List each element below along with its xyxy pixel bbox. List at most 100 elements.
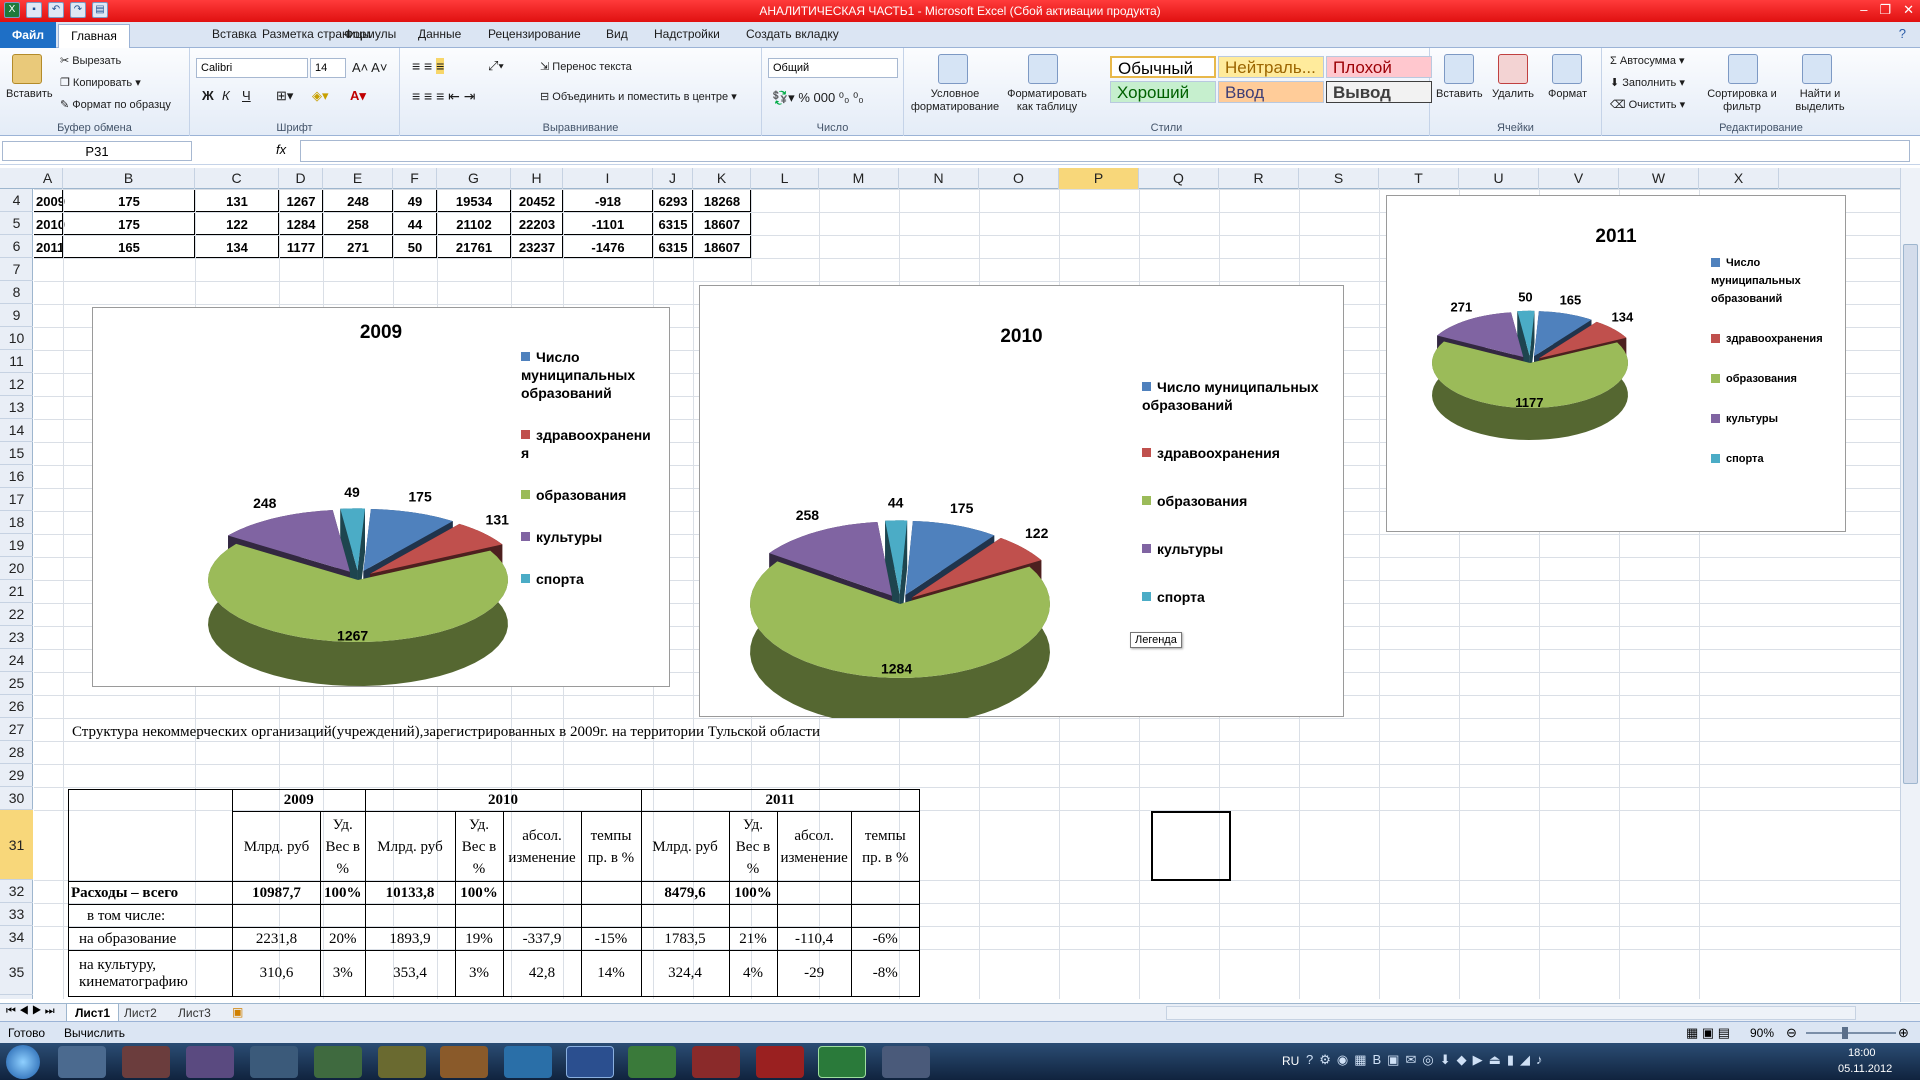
column-header-n[interactable]: N bbox=[899, 168, 979, 189]
row-header-17[interactable]: 17 bbox=[0, 488, 33, 511]
table2-cell[interactable]: -15% bbox=[580, 927, 642, 951]
row-header-10[interactable]: 10 bbox=[0, 327, 33, 350]
zoom-in-icon[interactable]: ⊕ bbox=[1898, 1025, 1909, 1041]
sheet-tab-3[interactable]: Лист3 bbox=[178, 1006, 211, 1020]
table-cell[interactable]: 44 bbox=[393, 212, 437, 235]
table-cell[interactable]: 6293 bbox=[653, 189, 693, 212]
row-header-35[interactable]: 35 bbox=[0, 949, 33, 995]
calculator-taskbar-icon[interactable] bbox=[882, 1046, 930, 1078]
row-header-16[interactable]: 16 bbox=[0, 465, 33, 488]
column-header-g[interactable]: G bbox=[437, 168, 511, 189]
row-header-6[interactable]: 6 bbox=[0, 235, 33, 258]
legend-item[interactable]: образования bbox=[521, 486, 661, 504]
table2-cell[interactable]: 1783,5 bbox=[640, 927, 730, 951]
legend-item[interactable]: образования bbox=[1142, 492, 1342, 510]
column-header-i[interactable]: I bbox=[563, 168, 653, 189]
tab-insert[interactable]: Вставка bbox=[212, 27, 257, 41]
orientation-icon[interactable]: ⤢▾ bbox=[488, 58, 504, 74]
name-box[interactable]: P31 bbox=[2, 141, 192, 161]
row-header-27[interactable]: 27 bbox=[0, 718, 33, 741]
word-taskbar-icon[interactable] bbox=[566, 1046, 614, 1078]
table2-cell[interactable]: 42,8 bbox=[502, 950, 582, 997]
table-cell[interactable]: -1101 bbox=[563, 212, 653, 235]
horizontal-scrollbar[interactable] bbox=[1166, 1006, 1856, 1020]
column-header-m[interactable]: M bbox=[819, 168, 899, 189]
tab-review[interactable]: Рецензирование bbox=[488, 27, 581, 41]
table2-cell[interactable]: на образование bbox=[68, 927, 233, 951]
view-buttons-icon[interactable]: ▦ ▣ ▤ bbox=[1686, 1025, 1730, 1041]
legend-item[interactable]: образования bbox=[1711, 370, 1841, 388]
minimize-icon[interactable]: – bbox=[1860, 2, 1867, 18]
table2-cell[interactable]: 100% bbox=[454, 881, 504, 905]
language-indicator[interactable]: RU bbox=[1282, 1054, 1299, 1068]
row-header-32[interactable]: 32 bbox=[0, 880, 33, 903]
table-cell[interactable]: 1267 bbox=[279, 189, 323, 212]
row-header-12[interactable]: 12 bbox=[0, 373, 33, 396]
skype-taskbar-icon[interactable] bbox=[504, 1046, 552, 1078]
row-header-11[interactable]: 11 bbox=[0, 350, 33, 373]
style-input[interactable]: Ввод bbox=[1218, 81, 1324, 103]
sheet-tab-2[interactable]: Лист2 bbox=[124, 1006, 157, 1020]
legend-item[interactable]: спорта bbox=[1142, 588, 1342, 606]
column-header-q[interactable]: Q bbox=[1139, 168, 1219, 189]
vertical-scroll-thumb[interactable] bbox=[1903, 244, 1918, 784]
grow-font-icon[interactable]: A˄ A˅ bbox=[352, 60, 387, 75]
table2-cell[interactable]: 21% bbox=[728, 927, 778, 951]
row-header-18[interactable]: 18 bbox=[0, 511, 33, 534]
legend-item[interactable]: культуры bbox=[1711, 410, 1841, 428]
table2-cell[interactable]: 100% bbox=[320, 881, 366, 905]
row-header-23[interactable]: 23 bbox=[0, 626, 33, 649]
column-header-b[interactable]: B bbox=[63, 168, 195, 189]
table-cell[interactable]: 2010 bbox=[34, 212, 65, 235]
column-header-c[interactable]: C bbox=[195, 168, 279, 189]
format-cells-button[interactable]: Формат bbox=[1548, 88, 1587, 100]
format-painter-button[interactable]: ✎ Формат по образцу bbox=[60, 98, 171, 111]
style-output[interactable]: Вывод bbox=[1326, 81, 1432, 103]
insert-cells-icon[interactable] bbox=[1444, 54, 1474, 84]
column-header-f[interactable]: F bbox=[393, 168, 437, 189]
table2-cell[interactable] bbox=[776, 904, 852, 928]
delete-cells-icon[interactable] bbox=[1498, 54, 1528, 84]
style-bad[interactable]: Плохой bbox=[1326, 56, 1432, 78]
table-cell[interactable]: -918 bbox=[563, 189, 653, 212]
legend-item[interactable]: Число муниципальных образований bbox=[521, 348, 661, 402]
help-icon[interactable]: ? bbox=[1899, 26, 1906, 41]
row-header-5[interactable]: 5 bbox=[0, 212, 33, 235]
column-header-j[interactable]: J bbox=[653, 168, 693, 189]
column-header-s[interactable]: S bbox=[1299, 168, 1379, 189]
table-cell[interactable]: 50 bbox=[393, 235, 437, 258]
table2-cell[interactable] bbox=[776, 881, 852, 905]
font-color-icon[interactable]: A▾ bbox=[350, 88, 366, 104]
column-header-r[interactable]: R bbox=[1219, 168, 1299, 189]
table2-cell[interactable]: -29 bbox=[776, 950, 852, 997]
chart-2009[interactable]: 2009 175 131 1267 248 49 Число муниципальных… bbox=[92, 307, 670, 687]
mail-agent-taskbar-icon[interactable] bbox=[440, 1046, 488, 1078]
row-header-25[interactable]: 25 bbox=[0, 672, 33, 695]
row-header-4[interactable]: 4 bbox=[0, 189, 33, 212]
delete-cells-button[interactable]: Удалить bbox=[1492, 88, 1534, 100]
zoom-out-icon[interactable]: ⊖ bbox=[1786, 1025, 1797, 1041]
table2-cell[interactable] bbox=[502, 881, 582, 905]
row-header-28[interactable]: 28 bbox=[0, 741, 33, 764]
row-header-34[interactable]: 34 bbox=[0, 926, 33, 949]
row-header-21[interactable]: 21 bbox=[0, 580, 33, 603]
table2-cell[interactable] bbox=[502, 904, 582, 928]
table2-cell[interactable] bbox=[232, 904, 321, 928]
style-good[interactable]: Хороший bbox=[1110, 81, 1216, 103]
vertical-scrollbar[interactable] bbox=[1900, 168, 1920, 1002]
fill-button[interactable]: ⬇ Заполнить ▾ bbox=[1610, 76, 1685, 89]
legend-item[interactable]: Число муниципальных образований bbox=[1711, 254, 1841, 308]
row-header-29[interactable]: 29 bbox=[0, 764, 33, 787]
table2-cell[interactable]: 310,6 bbox=[232, 950, 321, 997]
tab-home[interactable]: Главная bbox=[58, 24, 130, 48]
table2-cell[interactable]: Расходы – всего bbox=[68, 881, 233, 905]
table2-cell[interactable]: 3% bbox=[454, 950, 504, 997]
copy-button[interactable]: ❐ Копировать ▾ bbox=[60, 76, 141, 89]
table-cell[interactable]: 165 bbox=[63, 235, 195, 258]
row-header-15[interactable]: 15 bbox=[0, 442, 33, 465]
table-cell[interactable]: 6315 bbox=[653, 235, 693, 258]
table-cell[interactable]: 21761 bbox=[437, 235, 511, 258]
style-neutral[interactable]: Нейтраль... bbox=[1218, 56, 1324, 78]
column-header-e[interactable]: E bbox=[323, 168, 393, 189]
column-header-d[interactable]: D bbox=[279, 168, 323, 189]
